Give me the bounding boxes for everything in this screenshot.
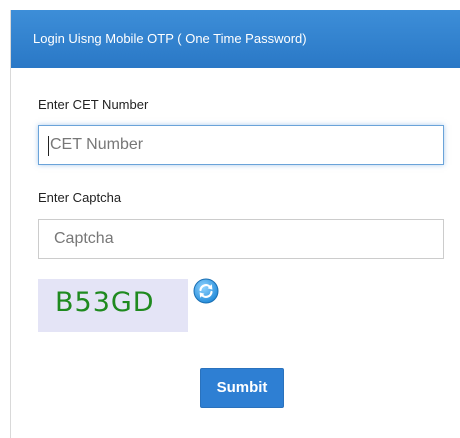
captcha-input[interactable]	[38, 219, 444, 259]
panel-header: Login Uisng Mobile OTP ( One Time Passwo…	[11, 10, 460, 68]
cet-number-input[interactable]	[38, 125, 444, 165]
captcha-label: Enter Captcha	[38, 190, 122, 205]
text-cursor	[48, 136, 49, 156]
panel-title: Login Uisng Mobile OTP ( One Time Passwo…	[33, 31, 307, 46]
cet-number-label: Enter CET Number	[38, 97, 149, 112]
submit-button[interactable]: Sumbit	[200, 368, 284, 408]
captcha-text: B53GD	[55, 287, 155, 318]
refresh-icon[interactable]	[193, 278, 219, 304]
captcha-image: B53GD	[38, 279, 188, 332]
login-panel: Login Uisng Mobile OTP ( One Time Passwo…	[10, 10, 460, 438]
